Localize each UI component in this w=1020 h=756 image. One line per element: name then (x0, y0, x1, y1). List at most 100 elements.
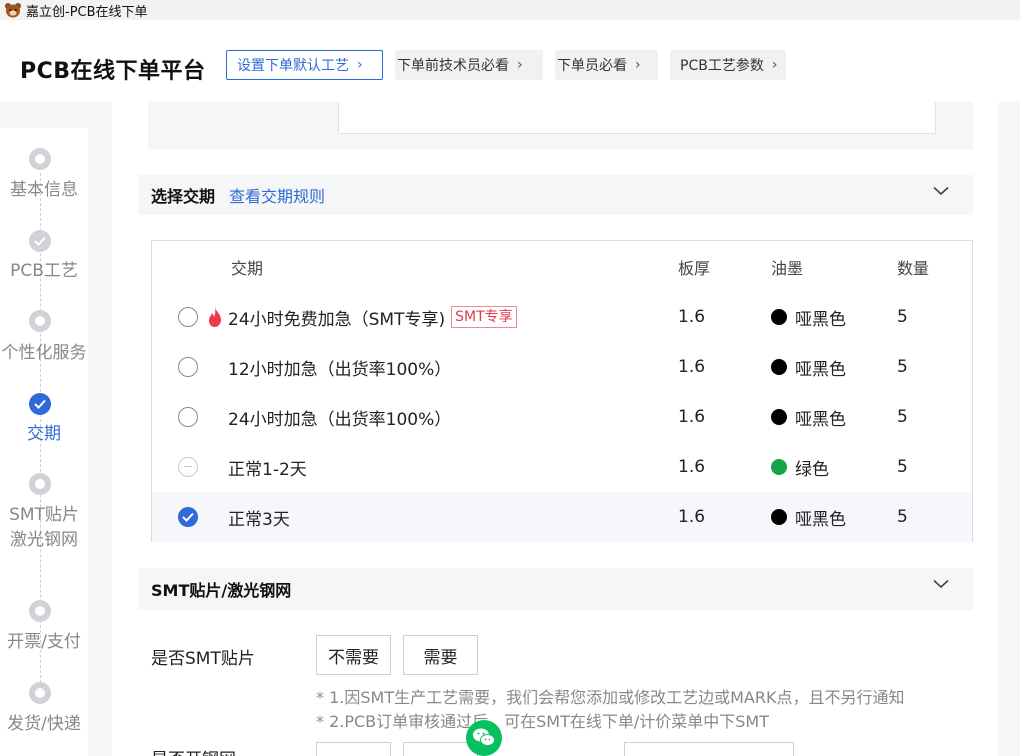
table-row[interactable]: 24小时免费加急（SMT专享) SMT专享 1.6 哑黑色 5 (152, 292, 972, 342)
ink-value: 哑黑色 (771, 342, 846, 392)
table-row[interactable]: 12小时加急（出货率100%） 1.6 哑黑色 5 (152, 342, 972, 392)
wechat-float-button[interactable] (466, 720, 502, 756)
step-label: 开票/支付 (7, 632, 81, 652)
delivery-section-header[interactable]: 选择交期 查看交期规则 (138, 175, 973, 215)
ink-name: 哑黑色 (795, 309, 846, 330)
qty-value: 5 (897, 457, 908, 477)
step-label: PCB工艺 (10, 261, 78, 281)
check-icon (34, 399, 46, 409)
section-title: SMT贴片/激光钢网 (151, 581, 292, 600)
qty-value: 5 (897, 307, 908, 327)
fire-icon (209, 307, 221, 327)
smt-exclusive-badge: SMT专享 (451, 306, 517, 328)
radio-button-disabled (178, 457, 198, 477)
table-row: 正常1-2天 1.6 绿色 5 (152, 442, 972, 492)
ink-name: 哑黑色 (795, 509, 846, 530)
smt-note-1: * 1.因SMT生产工艺需要，我们会帮您添加或修改工艺边或MARK点，且不另行通… (316, 688, 905, 707)
chevron-right-icon: › (357, 57, 363, 73)
chevron-down-icon[interactable] (933, 186, 949, 196)
radio-button[interactable] (178, 307, 198, 327)
thickness-value: 1.6 (678, 407, 706, 427)
table-header: 交期 板厚 油墨 数量 (152, 241, 972, 293)
ink-color-swatch (771, 509, 787, 525)
button-label: 下单前技术员必看 (397, 58, 509, 74)
stencil-option-button[interactable] (624, 742, 794, 756)
step-label: 个性化服务 (1, 343, 87, 363)
delivery-rules-link[interactable]: 查看交期规则 (229, 183, 325, 207)
column-header-thickness: 板厚 (678, 259, 711, 278)
window-title: 嘉立创-PCB在线下单 (26, 4, 148, 20)
table-row-selected[interactable]: 正常3天 1.6 哑黑色 5 (152, 492, 972, 542)
delivery-table: 交期 板厚 油墨 数量 24小时免费加急（SMT专享) SMT专享 1.6 哑黑… (151, 240, 973, 542)
check-icon (34, 236, 46, 246)
stencil-question-label: 是否开钢网 (151, 748, 236, 756)
wechat-icon (473, 728, 495, 746)
page-title: PCB在线下单平台 (20, 59, 206, 84)
ink-name: 哑黑色 (795, 409, 846, 430)
bear-logo-icon (5, 3, 21, 18)
smt-question-label: 是否SMT贴片 (151, 649, 255, 669)
chevron-right-icon: › (635, 57, 641, 73)
ink-value: 哑黑色 (771, 492, 846, 542)
step-label: 交期 (27, 424, 61, 444)
window-titlebar: 嘉立创-PCB在线下单 (0, 0, 1020, 20)
button-label: 下单员必看 (557, 58, 627, 74)
step-pending-icon (29, 473, 51, 495)
page-header: PCB在线下单平台 设置下单默认工艺 › 下单前技术员必看 › 下单员必看 › … (0, 20, 1020, 102)
ink-value: 绿色 (771, 442, 829, 492)
thickness-value: 1.6 (678, 457, 706, 477)
previous-section-textarea[interactable] (338, 102, 936, 134)
pcb-process-params-button[interactable]: PCB工艺参数 › (670, 50, 786, 80)
step-label-line-1: SMT贴片 (9, 505, 79, 525)
chevron-right-icon: › (771, 57, 778, 73)
smt-section-header[interactable]: SMT贴片/激光钢网 (138, 568, 973, 610)
radio-button-checked[interactable] (178, 507, 198, 527)
delivery-option-name: 正常3天 (228, 509, 290, 530)
thickness-value: 1.6 (678, 307, 706, 327)
radio-button[interactable] (178, 407, 198, 427)
step-pending-icon (29, 682, 51, 704)
ink-name: 哑黑色 (795, 359, 846, 380)
delivery-option-name: 正常1-2天 (228, 459, 307, 480)
technician-guide-button[interactable]: 下单前技术员必看 › (395, 50, 543, 80)
step-pending-icon (29, 148, 51, 170)
button-label: PCB工艺参数 (680, 58, 764, 74)
check-icon (182, 512, 194, 522)
stencil-option-button[interactable] (316, 742, 391, 756)
step-sidebar: 基本信息 PCB工艺 个性化服务 交期 SMT贴片 激光钢网 开票/支付 发货/… (0, 128, 88, 756)
orderer-guide-button[interactable]: 下单员必看 › (555, 50, 658, 80)
delivery-option-name: 12小时加急（出货率100%） (228, 359, 452, 380)
ink-color-swatch (771, 309, 787, 325)
step-label: 发货/快递 (7, 714, 81, 734)
thickness-value: 1.6 (678, 507, 706, 527)
button-label: 设置下单默认工艺 (237, 58, 349, 74)
smt-note-2: * 2.PCB订单审核通过后，可在SMT在线下单/计价菜单中下SMT (316, 712, 770, 731)
delivery-option-name: 24小时免费加急（SMT专享) (228, 309, 446, 330)
step-pending-icon (29, 600, 51, 622)
step-label-line-2: 激光钢网 (10, 530, 78, 550)
set-default-process-button[interactable]: 设置下单默认工艺 › (226, 50, 383, 80)
chevron-down-icon[interactable] (933, 579, 949, 589)
chevron-right-icon: › (517, 57, 523, 73)
ink-value: 哑黑色 (771, 392, 846, 442)
radio-button[interactable] (178, 357, 198, 377)
ink-name: 绿色 (795, 459, 829, 480)
smt-no-button[interactable]: 不需要 (316, 635, 391, 675)
qty-value: 5 (897, 507, 908, 527)
column-header-period: 交期 (231, 259, 264, 278)
ink-color-swatch (771, 409, 787, 425)
delivery-option-name: 24小时加急（出货率100%） (228, 409, 452, 430)
step-active-icon (29, 393, 51, 415)
step-label: 基本信息 (10, 180, 78, 200)
thickness-value: 1.6 (678, 357, 706, 377)
smt-yes-button[interactable]: 需要 (403, 635, 478, 675)
step-done-icon (29, 230, 51, 252)
step-pending-icon (29, 310, 51, 332)
page-gutter (998, 102, 1020, 756)
column-header-ink: 油墨 (771, 259, 804, 278)
ink-color-swatch (771, 359, 787, 375)
qty-value: 5 (897, 407, 908, 427)
column-header-qty: 数量 (897, 259, 930, 278)
table-row[interactable]: 24小时加急（出货率100%） 1.6 哑黑色 5 (152, 392, 972, 442)
ink-color-swatch (771, 459, 787, 475)
